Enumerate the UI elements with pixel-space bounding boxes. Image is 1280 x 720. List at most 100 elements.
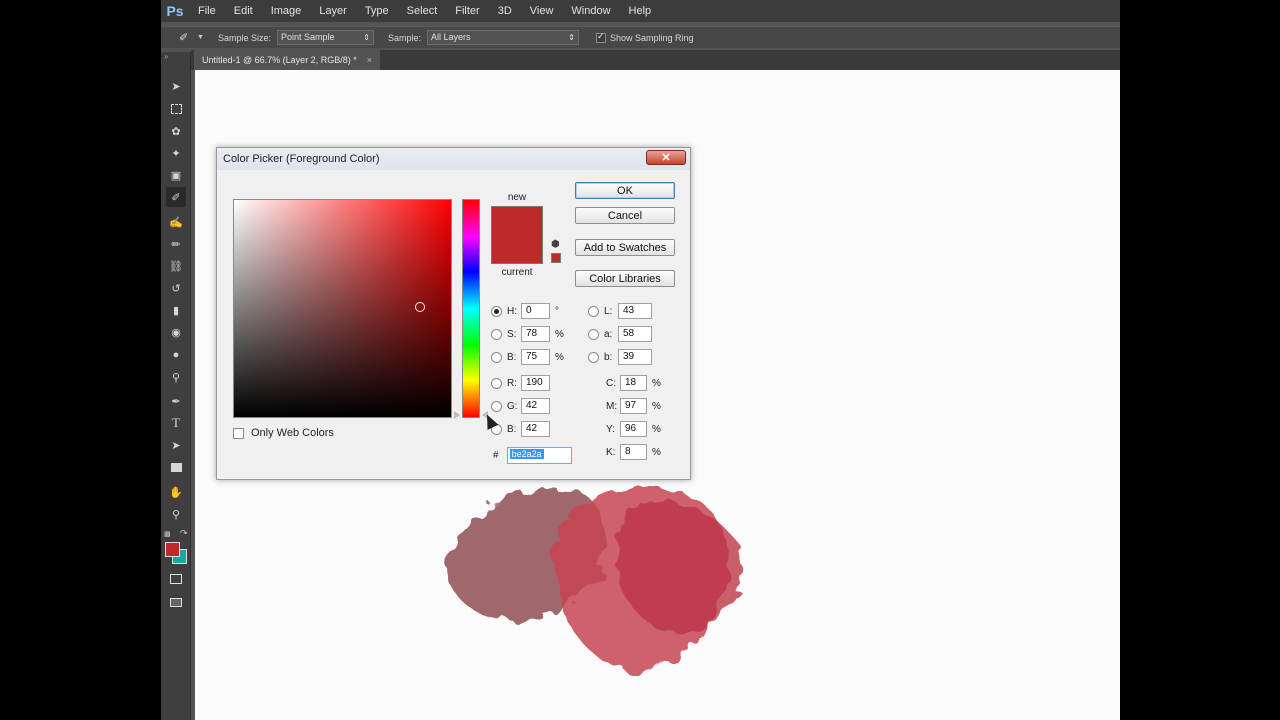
hue-slider-left-handle[interactable] [454,411,460,419]
menu-layer[interactable]: Layer [310,0,356,22]
only-web-colors-option[interactable]: Only Web Colors [233,427,334,439]
green-label: G: [507,400,518,412]
red-field[interactable]: 190 [521,375,550,391]
current-color-label: current [501,267,533,278]
history-brush-icon[interactable]: ↺ [166,278,186,298]
b-channel-field[interactable]: 39 [618,349,652,365]
cancel-button[interactable]: Cancel [575,207,675,224]
healing-brush-icon[interactable]: ✍ [166,212,186,232]
path-selection-icon[interactable]: ➤ [166,435,186,455]
percent-unit: % [555,351,564,363]
dialog-title: Color Picker (Foreground Color) [223,153,380,165]
red-radio[interactable] [491,377,502,389]
dialog-titlebar[interactable]: Color Picker (Foreground Color) ✕ [217,148,690,170]
eyedropper-icon[interactable]: ✐ [179,31,193,44]
toolbox-grip-icon[interactable]: » [164,52,168,61]
black-field[interactable]: 8 [620,444,647,460]
menu-edit[interactable]: Edit [225,0,262,22]
blue-label: B: [507,423,517,435]
current-color-swatch[interactable] [492,235,542,263]
menu-help[interactable]: Help [620,0,661,22]
menu-type[interactable]: Type [356,0,398,22]
percent-unit: % [652,400,661,412]
rectangle-icon[interactable] [166,457,186,477]
quick-mask-icon[interactable] [166,569,186,589]
yellow-field[interactable]: 96 [620,421,647,437]
yellow-label: Y: [606,423,615,435]
close-icon[interactable]: × [367,55,372,65]
add-to-swatches-button[interactable]: Add to Swatches [575,239,675,256]
red-label: R: [507,377,517,389]
document-tab[interactable]: Untitled-1 @ 66.7% (Layer 2, RGB/8) * × [194,50,380,70]
b-channel-radio[interactable] [588,351,599,363]
color-marker[interactable] [415,302,425,312]
clone-stamp-icon[interactable]: ⛓ [166,256,186,276]
menu-bar: Ps File Edit Image Layer Type Select Fil… [161,0,1120,22]
crop-icon[interactable]: ▣ [166,165,186,185]
options-bar: ✐ ▼ Sample Size: Point Sample ⇕ Sample: … [161,26,1120,48]
paint-bucket-icon[interactable]: ◉ [166,322,186,342]
foreground-color-swatch[interactable] [165,542,180,557]
saturation-field[interactable]: 78 [521,326,550,342]
menu-3d[interactable]: 3D [489,0,521,22]
brush-icon[interactable]: ✏ [166,234,186,254]
swap-colors-icon[interactable]: ↷ [180,528,188,539]
a-channel-radio[interactable] [588,328,599,340]
zoom-icon[interactable]: ⚲ [166,504,186,524]
show-ring-checkbox[interactable] [596,31,606,43]
screen-mode-icon[interactable] [166,592,186,612]
green-field[interactable]: 42 [521,398,550,414]
type-icon[interactable]: T [166,413,186,433]
new-color-label: new [507,192,527,203]
menu-file[interactable]: File [189,0,225,22]
lightness-radio[interactable] [588,305,599,317]
close-button[interactable]: ✕ [646,150,686,165]
default-colors-icon[interactable]: ▩ [164,530,171,538]
menu-filter[interactable]: Filter [446,0,488,22]
percent-unit: % [652,446,661,458]
eyedropper-icon[interactable]: ✐ [166,187,186,207]
pen-icon[interactable]: ✒ [166,391,186,411]
cyan-field[interactable]: 18 [620,375,647,391]
sample-size-value: Point Sample [280,32,335,42]
blue-field[interactable]: 42 [521,421,550,437]
toolbox: » ➤ ✿ ✦ ▣ ✐ ✍ ✏ ⛓ ↺ ▮ ◉ ● ⚲ ✒ T ➤ ✋ ⚲ ▩ … [161,52,191,720]
sample-select[interactable]: All Layers ⇕ [427,30,579,45]
hue-label: H: [507,305,517,317]
move-icon[interactable]: ➤ [166,76,186,96]
hex-field[interactable]: be2a2a [506,447,572,464]
hue-radio[interactable] [491,305,502,317]
lightness-row: L: 43 [588,303,652,319]
marquee-icon[interactable] [166,99,186,119]
magic-wand-icon[interactable]: ✦ [166,143,186,163]
lightness-field[interactable]: 43 [618,303,652,319]
lasso-icon[interactable]: ✿ [166,121,186,141]
tool-preset-chevron-icon[interactable]: ▼ [197,34,204,41]
color-preview[interactable] [491,206,543,264]
hue-field[interactable]: 0 [521,303,550,319]
a-channel-field[interactable]: 58 [618,326,652,342]
eraser-icon[interactable]: ▮ [166,300,186,320]
blur-icon[interactable]: ● [166,345,186,365]
saturation-brightness-field[interactable] [233,199,452,418]
menu-view[interactable]: View [521,0,563,22]
menu-select[interactable]: Select [398,0,447,22]
sample-size-select[interactable]: Point Sample ⇕ [276,30,374,45]
magenta-field[interactable]: 97 [620,398,647,414]
color-libraries-button[interactable]: Color Libraries [575,270,675,287]
brightness-field[interactable]: 75 [521,349,550,365]
yellow-row: Y: 96 % [606,421,662,437]
saturation-radio[interactable] [491,328,502,340]
menu-window[interactable]: Window [562,0,619,22]
menu-image[interactable]: Image [262,0,311,22]
hand-icon[interactable]: ✋ [166,482,186,502]
hue-slider[interactable] [462,199,480,418]
green-radio[interactable] [491,400,502,412]
websafe-color-swatch[interactable] [551,253,561,263]
only-web-colors-checkbox[interactable] [233,427,244,439]
hex-value: be2a2a [509,449,544,459]
cube-icon[interactable]: ⬢ [551,239,560,250]
brightness-radio[interactable] [491,351,502,363]
dodge-icon[interactable]: ⚲ [166,367,186,387]
ok-button[interactable]: OK [575,182,675,199]
